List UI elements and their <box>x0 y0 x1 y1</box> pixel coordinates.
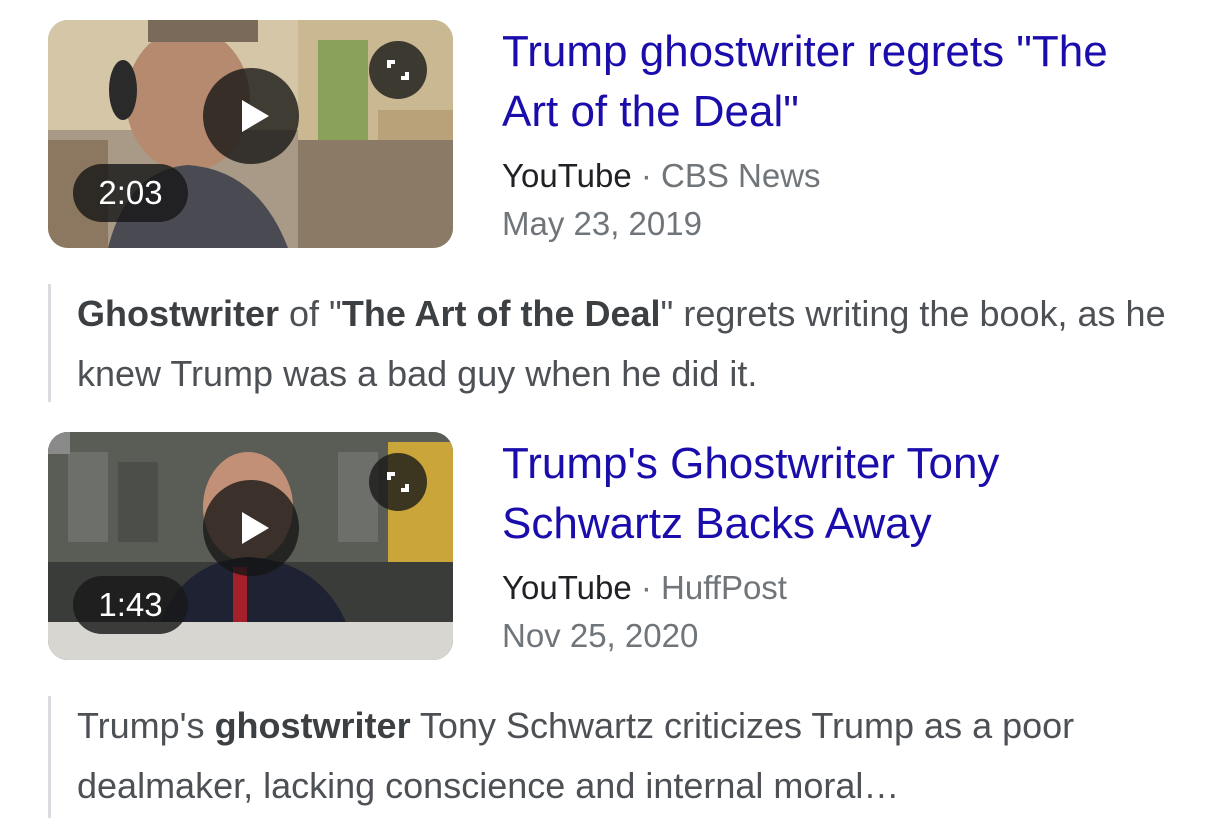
snippet-highlight: Ghostwriter <box>77 293 280 334</box>
video-thumbnail[interactable]: 1:43 <box>48 432 453 660</box>
result-snippet: Ghostwriter of "The Art of the Deal" reg… <box>48 284 1187 402</box>
result-snippet: Trump's ghostwriter Tony Schwartz critic… <box>48 696 1187 818</box>
meta-separator: · <box>631 157 662 194</box>
source-site: YouTube <box>502 569 632 606</box>
source-channel: HuffPost <box>661 569 787 606</box>
snippet-text: Trump's <box>77 705 215 746</box>
result-date: May 23, 2019 <box>502 205 702 242</box>
snippet-highlight: ghostwriter <box>214 705 411 746</box>
result-source: YouTube · CBS News <box>502 154 821 198</box>
video-thumbnail[interactable]: 2:03 <box>48 20 453 248</box>
result-source: YouTube · HuffPost <box>502 566 787 610</box>
video-duration: 1:43 <box>73 576 188 634</box>
expand-button[interactable] <box>369 453 427 511</box>
expand-icon <box>387 60 409 80</box>
video-duration: 2:03 <box>73 164 188 222</box>
snippet-text: of " <box>279 293 342 334</box>
result-title-link[interactable]: Trump's Ghostwriter Tony Schwartz Backs … <box>502 434 1162 554</box>
expand-button[interactable] <box>369 41 427 99</box>
expand-icon <box>387 472 409 492</box>
play-icon <box>241 512 269 544</box>
play-button[interactable] <box>203 480 299 576</box>
result-title-link[interactable]: Trump ghostwriter regrets "The Art of th… <box>502 22 1162 142</box>
play-icon <box>241 100 269 132</box>
source-site: YouTube <box>502 157 632 194</box>
play-button[interactable] <box>203 68 299 164</box>
source-channel: CBS News <box>661 157 821 194</box>
result-date: Nov 25, 2020 <box>502 617 699 654</box>
snippet-highlight: The Art of the Deal <box>341 293 661 334</box>
meta-separator: · <box>631 569 662 606</box>
